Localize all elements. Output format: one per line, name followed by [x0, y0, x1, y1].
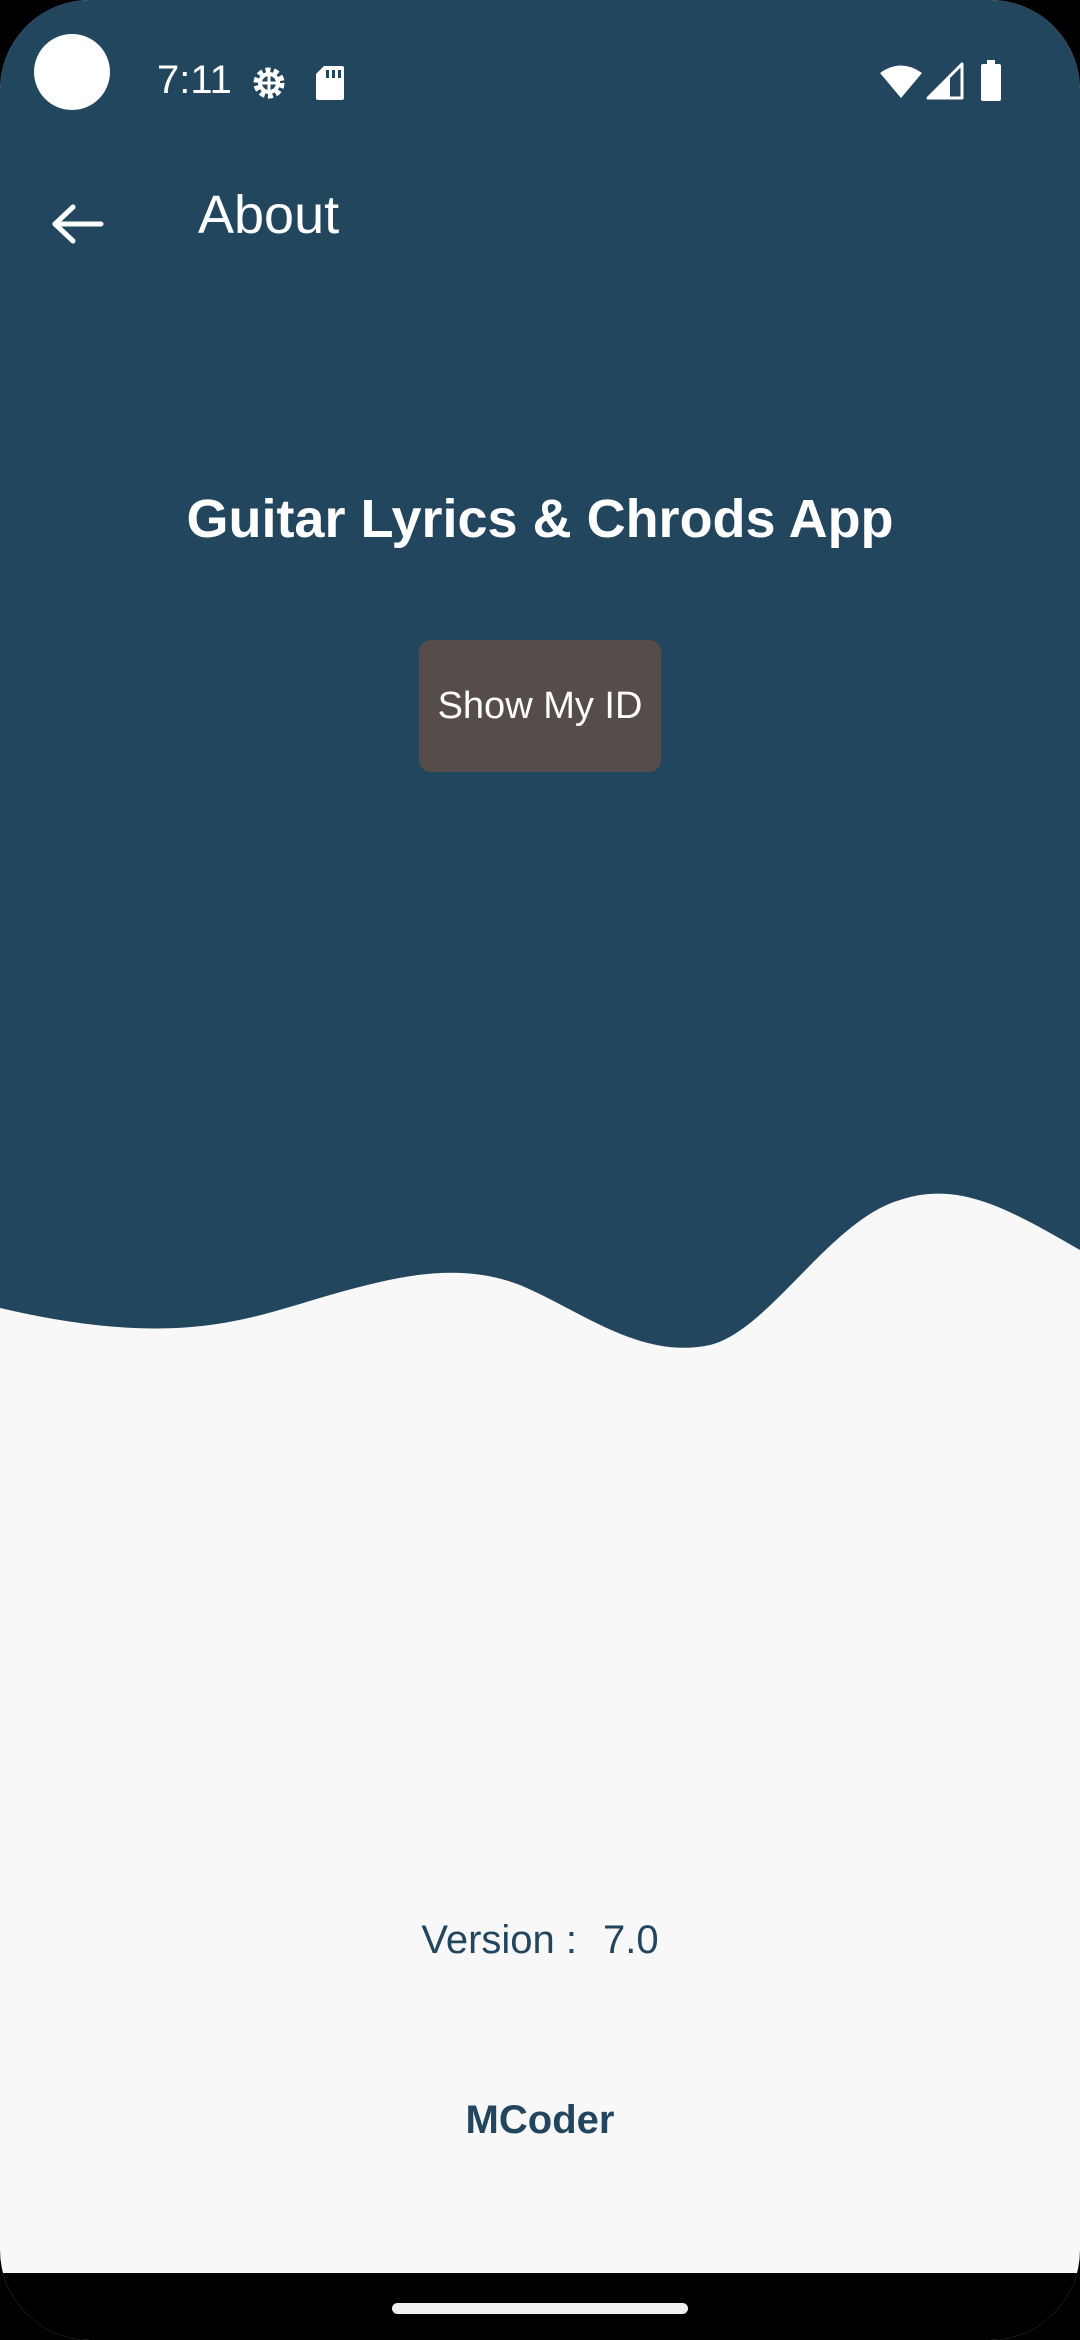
show-my-id-button[interactable]: Show My ID	[419, 640, 661, 772]
settings-gear-icon	[253, 67, 285, 99]
about-screen: 7:11 About Guitar Lyrics & Chrods App Sh…	[0, 0, 1080, 2340]
battery-icon	[981, 60, 1001, 101]
developer-name: MCoder	[465, 2098, 615, 2142]
show-my-id-label: Show My ID	[437, 684, 643, 727]
status-time: 7:11	[157, 58, 232, 102]
version-value: 7.0	[603, 1918, 659, 1962]
camera-cutout	[34, 34, 110, 110]
page-title: About	[198, 185, 340, 245]
home-indicator[interactable]	[392, 2303, 688, 2314]
sd-card-icon	[316, 66, 344, 100]
arrow-back-icon	[52, 204, 104, 244]
back-button[interactable]	[30, 176, 126, 272]
version-info: Version : 7.0	[0, 1918, 1080, 1963]
status-bar: 7:11	[0, 0, 1080, 168]
cellular-signal-icon	[926, 62, 964, 100]
navigation-bar	[0, 2273, 1080, 2340]
wifi-icon	[880, 65, 922, 98]
app-bar: About	[0, 168, 1080, 264]
version-label: Version :	[421, 1918, 578, 1962]
app-name-heading: Guitar Lyrics & Chrods App	[186, 489, 894, 549]
